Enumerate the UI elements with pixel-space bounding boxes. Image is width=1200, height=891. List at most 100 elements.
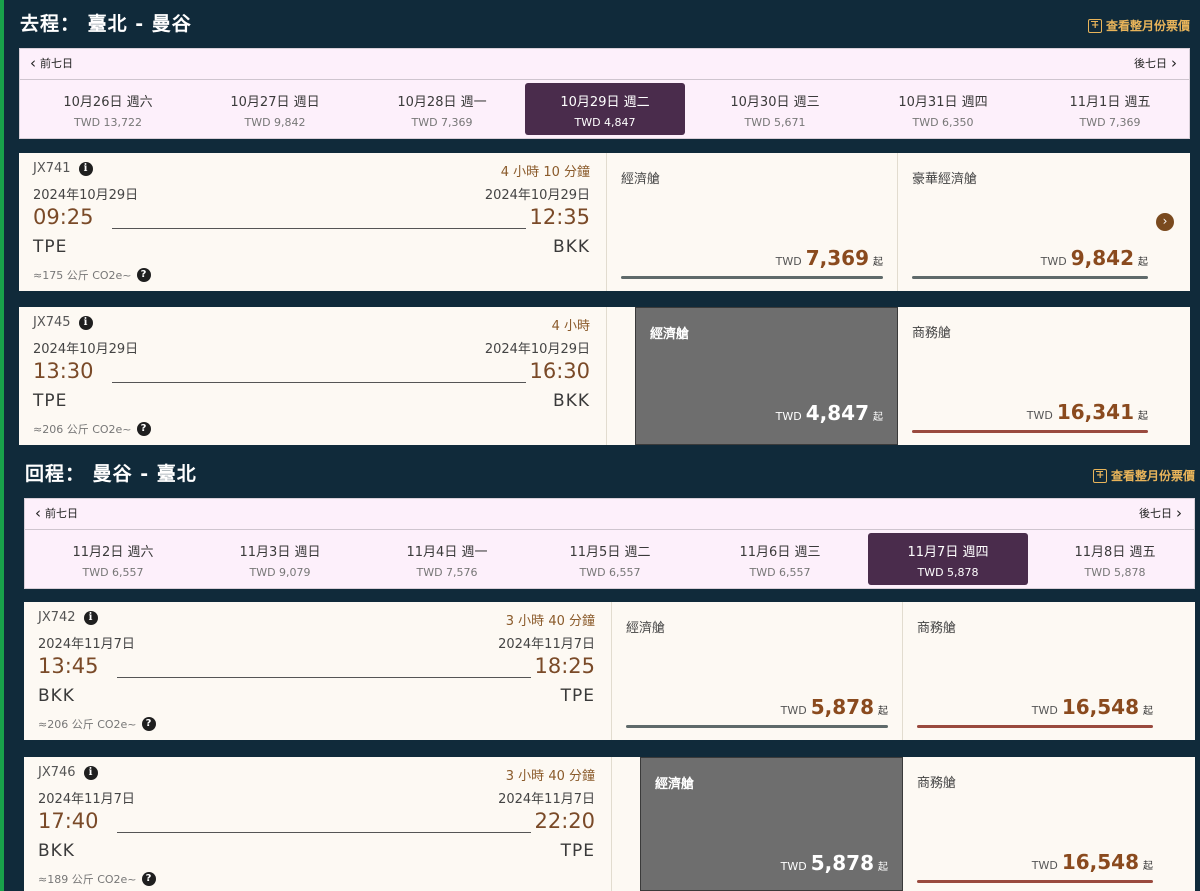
fare-option-premium-economy[interactable]: 豪華經濟艙 TWD 9,842 起 › — [897, 153, 1190, 291]
chevron-right-icon: › — [1171, 53, 1177, 72]
departure-date: 2024年10月29日 — [33, 188, 139, 203]
inbound-flight-card: JX742 i 3 小時 40 分鐘 2024年11月7日 2024年11月7日… — [24, 602, 1195, 740]
outbound-month-fares-link[interactable]: 查看整月份票價 — [1087, 17, 1190, 34]
date-lowest-price: TWD 13,722 — [73, 116, 143, 129]
inbound-date-bar: ‹ 前七日 後七日 › 11月2日 週六 TWD 6,557 11月3日 週日 TWD… — [24, 498, 1195, 589]
chevron-right-icon[interactable]: › — [1156, 213, 1174, 231]
fare-option-economy-selected[interactable]: 經濟艙 TWD 4,847 起 — [635, 307, 898, 445]
help-icon[interactable]: ? — [136, 268, 151, 282]
date-lowest-price: TWD 6,557 — [749, 566, 811, 579]
outbound-date-tab[interactable]: 10月26日 週六 TWD 13,722 — [28, 83, 188, 135]
fare-option-business[interactable]: 商務艙 TWD 16,341 起 — [898, 307, 1190, 445]
help-icon[interactable]: ? — [141, 717, 156, 731]
departure-airport: BKK — [38, 841, 75, 861]
fare-price: TWD 7,369 起 — [776, 246, 883, 270]
fare-bar — [917, 725, 1153, 728]
outbound-next-week-button[interactable]: 後七日 › — [1134, 55, 1177, 71]
cabin-name: 經濟艙 — [621, 172, 661, 187]
amount: 5,878 — [810, 695, 874, 719]
info-icon[interactable]: i — [83, 765, 98, 780]
outbound-date-tab-selected[interactable]: 10月29日 週二 TWD 4,847 — [525, 83, 685, 135]
co2-text: ≈206 公斤 CO2e~ — [38, 718, 137, 731]
inbound-prev-label: 前七日 — [45, 507, 78, 520]
inbound-title: 回程： 曼谷 - 臺北 — [25, 463, 197, 485]
departure-date: 2024年11月7日 — [38, 792, 135, 807]
fare-price: TWD 4,847 起 — [776, 401, 883, 425]
fare-option-economy-selected[interactable]: 經濟艙 TWD 5,878 起 — [640, 757, 903, 891]
inbound-date-tab[interactable]: 11月2日 週六 TWD 6,557 — [33, 533, 193, 585]
departure-airport: BKK — [38, 686, 75, 706]
info-icon[interactable]: i — [78, 161, 93, 176]
flight-number-text: JX742 — [38, 610, 76, 625]
outbound-date-tab[interactable]: 10月28日 週一 TWD 7,369 — [362, 83, 522, 135]
date-label: 10月28日 週一 — [397, 95, 487, 110]
cabin-name: 商務艙 — [917, 776, 957, 791]
date-lowest-price: TWD 5,671 — [744, 116, 806, 129]
inbound-month-link-label: 查看整月份票價 — [1110, 469, 1195, 483]
inbound-next-week-button[interactable]: 後七日 › — [1139, 505, 1182, 521]
departure-date: 2024年10月29日 — [33, 342, 139, 357]
chevron-right-icon: › — [1176, 503, 1182, 522]
outbound-title: 去程： 臺北 - 曼谷 — [20, 13, 192, 35]
price-suffix: 起 — [878, 862, 888, 873]
date-label: 11月2日 週六 — [72, 545, 154, 560]
arrival-time: 12:35 — [529, 205, 590, 229]
flight-number-text: JX745 — [33, 315, 71, 330]
inbound-date-nav: ‹ 前七日 後七日 › — [25, 499, 1194, 530]
flight-duration: 3 小時 40 分鐘 — [505, 769, 595, 784]
fare-price: TWD 5,878 起 — [781, 695, 888, 719]
help-icon[interactable]: ? — [141, 872, 156, 886]
currency: TWD — [780, 860, 807, 873]
inbound-month-fares-link[interactable]: 查看整月份票價 — [1092, 467, 1195, 484]
departure-airport: TPE — [33, 391, 68, 411]
flight-info: JX741 i 4 小時 10 分鐘 2024年10月29日 2024年10月2… — [19, 153, 607, 291]
fare-option-economy[interactable]: 經濟艙 TWD 5,878 起 — [612, 602, 902, 740]
co2-emission: ≈206 公斤 CO2e~ ? — [38, 716, 156, 732]
inbound-date-tab-selected[interactable]: 11月7日 週四 TWD 5,878 — [868, 533, 1028, 585]
cabin-name: 商務艙 — [917, 621, 957, 636]
flight-route-line — [117, 677, 531, 678]
outbound-date-tab[interactable]: 10月30日 週三 TWD 5,671 — [695, 83, 855, 135]
fare-price: TWD 5,878 起 — [781, 851, 888, 875]
amount: 16,548 — [1061, 850, 1139, 874]
date-lowest-price: TWD 6,557 — [82, 566, 144, 579]
cabin-name: 經濟艙 — [655, 777, 695, 792]
flight-route-line — [112, 382, 526, 383]
calendar-icon — [1092, 468, 1107, 483]
date-label: 11月7日 週四 — [907, 545, 989, 560]
date-label: 10月27日 週日 — [230, 95, 320, 110]
outbound-flight-card: JX741 i 4 小時 10 分鐘 2024年10月29日 2024年10月2… — [19, 153, 1190, 291]
inbound-date-tab[interactable]: 11月3日 週日 TWD 9,079 — [200, 533, 360, 585]
outbound-prev-week-button[interactable]: ‹ 前七日 — [30, 55, 73, 71]
price-suffix: 起 — [1138, 257, 1148, 268]
price-suffix: 起 — [873, 257, 883, 268]
fare-option-business[interactable]: 商務艙 TWD 16,548 起 — [902, 602, 1195, 740]
info-icon[interactable]: i — [78, 315, 93, 330]
inbound-date-tab[interactable]: 11月6日 週三 TWD 6,557 — [700, 533, 860, 585]
departure-time: 13:45 — [38, 654, 99, 678]
fare-price: TWD 16,548 起 — [1032, 850, 1153, 874]
inbound-date-tab[interactable]: 11月5日 週二 TWD 6,557 — [530, 533, 690, 585]
arrival-airport: TPE — [560, 841, 595, 861]
fare-bar — [621, 276, 883, 279]
help-icon[interactable]: ? — [136, 422, 151, 436]
outbound-date-tab[interactable]: 10月27日 週日 TWD 9,842 — [195, 83, 355, 135]
fare-option-economy[interactable]: 經濟艙 TWD 7,369 起 — [607, 153, 897, 291]
price-suffix: 起 — [878, 706, 888, 717]
flight-route-line — [112, 228, 526, 229]
outbound-date-tab[interactable]: 11月1日 週五 TWD 7,369 — [1030, 83, 1190, 135]
co2-emission: ≈189 公斤 CO2e~ ? — [38, 871, 156, 887]
price-suffix: 起 — [873, 412, 883, 423]
date-label: 10月26日 週六 — [63, 95, 153, 110]
inbound-date-tab[interactable]: 11月8日 週五 TWD 5,878 — [1035, 533, 1195, 585]
amount: 4,847 — [805, 401, 869, 425]
inbound-prev-week-button[interactable]: ‹ 前七日 — [35, 505, 78, 521]
chevron-left-icon: ‹ — [30, 53, 36, 72]
info-icon[interactable]: i — [83, 610, 98, 625]
date-lowest-price: TWD 7,369 — [411, 116, 473, 129]
inbound-date-tab[interactable]: 11月4日 週一 TWD 7,576 — [367, 533, 527, 585]
outbound-date-tab[interactable]: 10月31日 週四 TWD 6,350 — [863, 83, 1023, 135]
fare-bar — [626, 725, 888, 728]
price-suffix: 起 — [1143, 861, 1153, 872]
fare-option-business[interactable]: 商務艙 TWD 16,548 起 — [903, 757, 1195, 891]
